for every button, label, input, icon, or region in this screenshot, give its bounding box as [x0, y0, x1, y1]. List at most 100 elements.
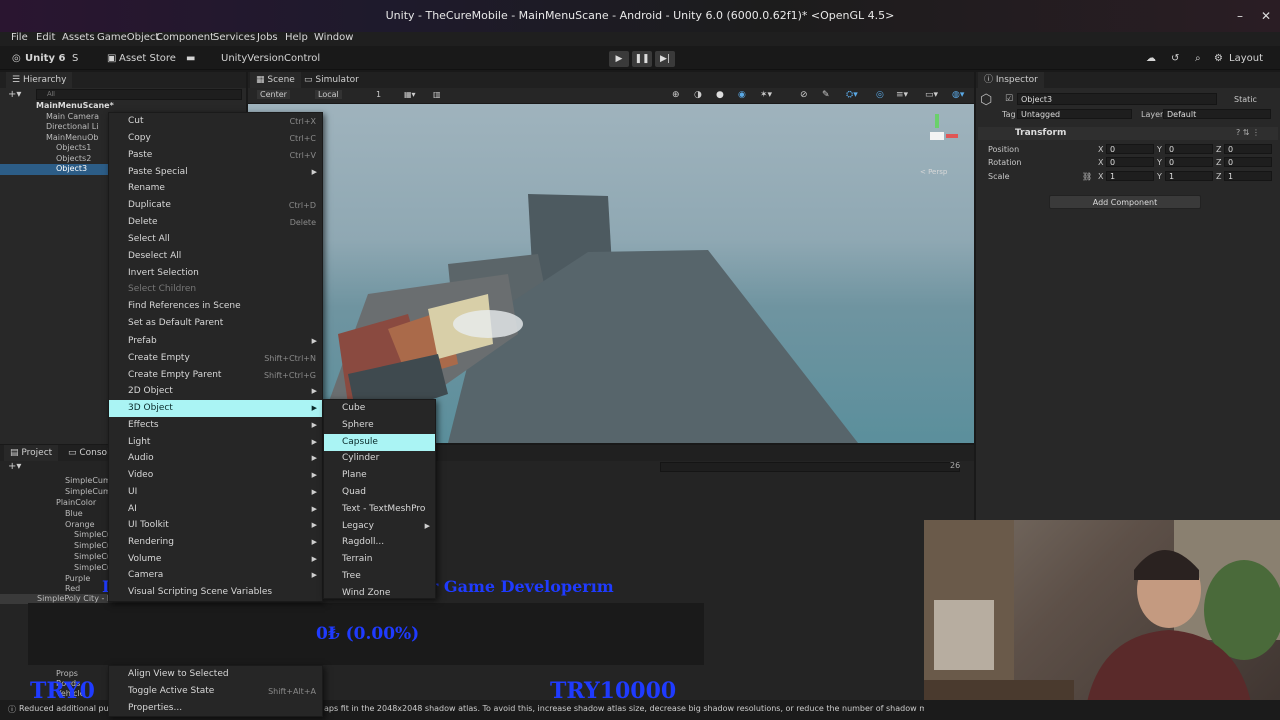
list-item[interactable]: SimpleCu [74, 541, 112, 551]
version-control-button[interactable]: UnityVersionControl [221, 53, 320, 64]
context-menu-item[interactable]: Light ▶ [109, 434, 322, 451]
context-menu-item[interactable]: Select All [109, 231, 322, 248]
submenu-item[interactable]: Tree [324, 568, 435, 585]
search-icon[interactable]: ⌕ [1195, 53, 1201, 64]
list-item[interactable]: Objects1 [56, 143, 91, 153]
context-menu-item[interactable]: Paste Ctrl+V [109, 147, 322, 164]
eye-icon[interactable]: ◎ [876, 90, 884, 100]
submenu-item[interactable]: Cube [324, 400, 435, 417]
layers-icon[interactable]: ≡▾ [896, 90, 908, 100]
list-item[interactable]: SimpleCum [65, 487, 111, 497]
lighting-icon[interactable]: ◉ [738, 90, 746, 100]
status-message-left[interactable]: Reduced additional pun [19, 704, 114, 713]
close-button[interactable]: ✕ [1256, 0, 1276, 32]
menu-gameobject[interactable]: GameObject [97, 32, 159, 44]
context-menu-item[interactable]: Copy Ctrl+C [109, 130, 322, 147]
step-button[interactable]: ▶| [655, 51, 675, 67]
context-menu-item[interactable]: Align View to Selected [109, 666, 322, 683]
list-item[interactable]: Main Camera [46, 112, 99, 122]
hierarchy-search-input[interactable] [36, 89, 242, 100]
menu-services[interactable]: Services [213, 32, 255, 44]
layout-dropdown[interactable]: Layout [1229, 53, 1263, 64]
list-item[interactable]: Objects2 [56, 154, 91, 164]
tab-project[interactable]: ▤ Project [4, 445, 59, 461]
context-menu-item[interactable]: Create Empty Shift+Ctrl+N [109, 350, 322, 367]
tab-simulator[interactable]: ▭ Simulator [298, 72, 365, 88]
add-icon[interactable]: +▾ [8, 89, 21, 100]
help-icon[interactable]: ? ⇅ ⋮ [1236, 128, 1260, 137]
context-menu-item[interactable]: Create Empty Parent Shift+Ctrl+G [109, 367, 322, 384]
tab-scene[interactable]: ▦ Scene [250, 72, 301, 88]
list-item[interactable]: Blue [65, 509, 83, 519]
context-menu-item[interactable]: 2D Object ▶ [109, 383, 322, 400]
scale-x-field[interactable]: 1 [1106, 171, 1154, 181]
static-toggle[interactable]: Static [1234, 95, 1257, 104]
context-menu-item[interactable]: Duplicate Ctrl+D [109, 197, 322, 214]
account-button[interactable]: Unity 6 [25, 53, 65, 64]
list-item[interactable]: Directional Li [46, 122, 99, 132]
list-item[interactable]: SimpleCu [74, 563, 112, 573]
cloud-icon[interactable]: ☁ [1146, 53, 1156, 64]
sphere-icon[interactable]: ● [716, 90, 724, 100]
position-y-field[interactable]: 0 [1165, 144, 1213, 154]
submenu-item[interactable]: Ragdoll... [324, 534, 435, 551]
scene-root-item[interactable]: MainMenuScane* [36, 101, 246, 111]
submenu-item[interactable]: Wind Zone [324, 585, 435, 602]
scene-viewport[interactable] [248, 104, 974, 443]
scale-y-field[interactable]: 1 [1165, 171, 1213, 181]
context-menu-item[interactable]: Properties... [109, 700, 322, 717]
layer-dropdown[interactable]: Default [1163, 109, 1271, 119]
context-menu-item[interactable]: Visual Scripting Scene Variables [109, 584, 322, 601]
add-component-button[interactable]: Add Component [1049, 195, 1201, 209]
snap-value[interactable]: 1 [376, 90, 381, 99]
context-menu-item[interactable]: Rename [109, 180, 322, 197]
menu-edit[interactable]: Edit [36, 32, 55, 44]
context-menu-item[interactable]: Video ▶ [109, 467, 322, 484]
tab-hierarchy[interactable]: ☰ Hierarchy [6, 72, 73, 88]
grid-icon[interactable]: ▦▾ [404, 90, 416, 99]
list-item[interactable]: SimpleCu [74, 552, 112, 562]
submenu-item[interactable]: Sphere [324, 417, 435, 434]
context-menu-item[interactable]: Camera ▶ [109, 567, 322, 584]
submenu-item[interactable]: Cylinder [324, 450, 435, 467]
context-menu-item[interactable]: Find References in Scene [109, 298, 322, 315]
rotation-y-field[interactable]: 0 [1165, 157, 1213, 167]
context-menu-item[interactable]: 3D Object ▶ [109, 400, 322, 417]
project-add-icon[interactable]: +▾ [8, 461, 21, 472]
list-item[interactable]: PlainColor [56, 498, 96, 508]
asset-store-button[interactable]: Asset Store [119, 53, 176, 64]
list-item[interactable]: Orange [65, 520, 95, 530]
tag-dropdown[interactable]: Untagged [1017, 109, 1132, 119]
rotation-z-field[interactable]: 0 [1224, 157, 1272, 167]
camera-tools-icon[interactable]: ⛭▾ [846, 90, 858, 100]
object-name-field[interactable]: Object3 [1017, 93, 1217, 105]
submenu-item[interactable]: Text - TextMeshPro [324, 501, 435, 518]
scale-z-field[interactable]: 1 [1224, 171, 1272, 181]
position-z-field[interactable]: 0 [1224, 144, 1272, 154]
list-item[interactable]: Red [65, 584, 80, 594]
snap-icon[interactable]: ▥ [433, 90, 441, 99]
pause-button[interactable]: ❚❚ [632, 51, 652, 67]
context-menu-item[interactable]: Deselect All [109, 248, 322, 265]
context-menu-item[interactable]: Volume ▶ [109, 551, 322, 568]
effects-icon[interactable]: ✶▾ [760, 90, 772, 100]
visibility-icon[interactable]: ⊘ [800, 90, 808, 100]
list-item[interactable]: SimpleCum [65, 476, 111, 486]
context-menu-item[interactable]: Paste Special ▶ [109, 164, 322, 181]
menu-file[interactable]: File [11, 32, 28, 44]
menu-component[interactable]: Component [156, 32, 214, 44]
context-menu-item[interactable]: Effects ▶ [109, 417, 322, 434]
list-item[interactable]: Purple [65, 574, 90, 584]
tool-icon[interactable]: ✎ [822, 90, 830, 100]
list-item[interactable]: MainMenuOb [46, 133, 98, 143]
globe-icon[interactable]: ⊕ [672, 90, 680, 100]
menu-help[interactable]: Help [285, 32, 308, 44]
context-menu-item[interactable]: AI ▶ [109, 501, 322, 518]
aspect-icon[interactable]: ▭▾ [925, 90, 938, 100]
context-menu-item[interactable]: Rendering ▶ [109, 534, 322, 551]
persp-label[interactable]: < Persp [920, 168, 947, 176]
submenu-item[interactable]: Quad [324, 484, 435, 501]
submenu-item[interactable]: Capsule [324, 433, 435, 451]
tab-inspector[interactable]: ⓘ Inspector [978, 72, 1044, 88]
context-menu-item[interactable]: Set as Default Parent [109, 315, 322, 332]
